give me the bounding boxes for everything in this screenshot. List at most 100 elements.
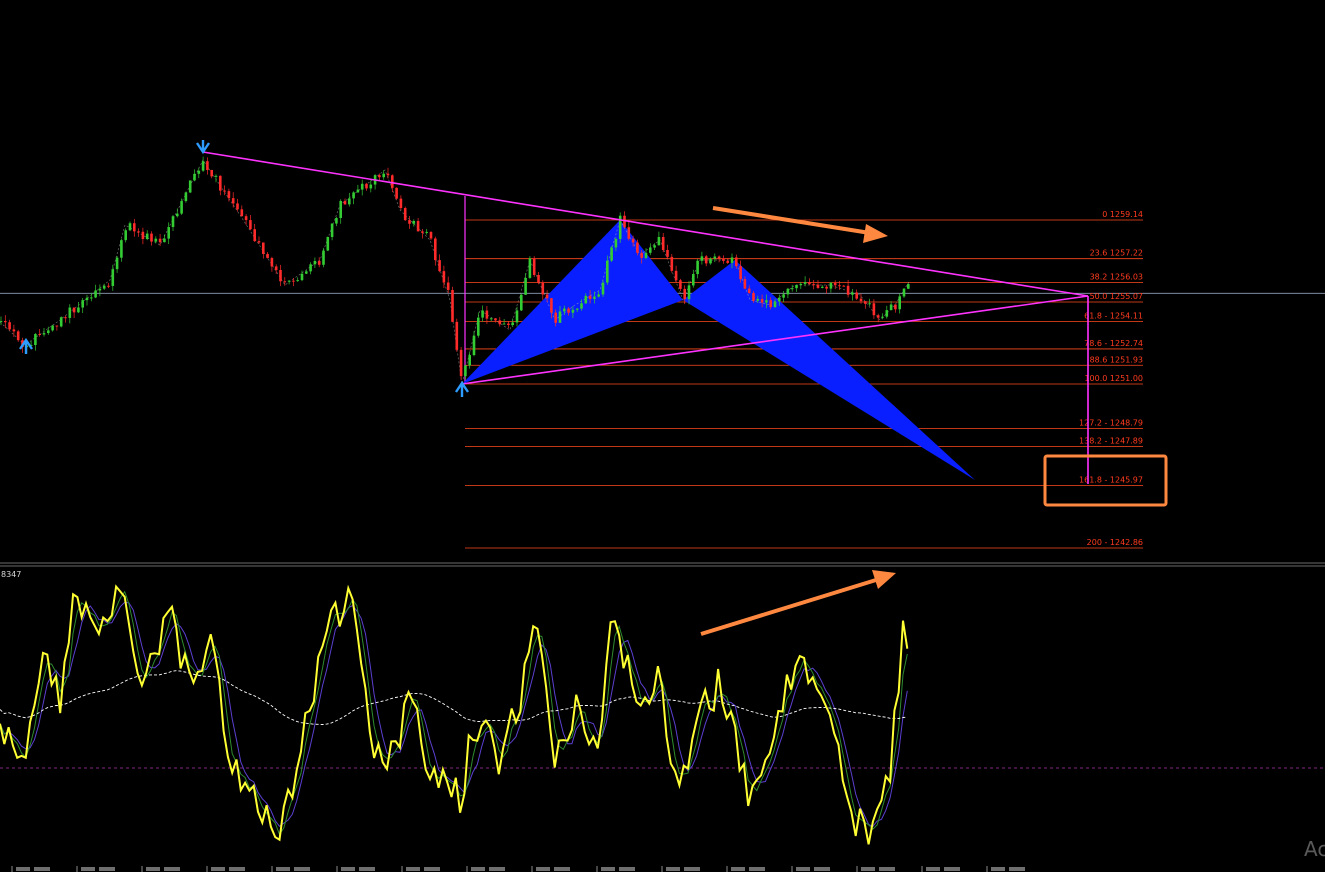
time-label-mark bbox=[796, 867, 810, 871]
candle-body bbox=[219, 175, 222, 191]
candle-body bbox=[760, 298, 764, 303]
annotation-arrowhead bbox=[872, 570, 896, 589]
candle-body bbox=[38, 334, 41, 336]
candle-body bbox=[472, 335, 476, 356]
fib-level-label: 100.0 1251.00 bbox=[1084, 374, 1143, 383]
stoch-main-line bbox=[0, 584, 909, 845]
candle-body bbox=[438, 260, 441, 272]
candle-body bbox=[563, 308, 566, 312]
candle-body bbox=[451, 289, 454, 322]
candle-body bbox=[180, 201, 183, 214]
time-label-mark bbox=[16, 867, 30, 871]
candle-body bbox=[236, 203, 239, 210]
time-label-mark bbox=[1009, 867, 1025, 871]
candle-body bbox=[313, 260, 317, 265]
candle-body bbox=[859, 298, 863, 302]
candle-body bbox=[214, 175, 218, 177]
candle-body bbox=[868, 303, 871, 305]
candle-body bbox=[670, 256, 674, 271]
candle-body bbox=[464, 365, 467, 377]
candle-body bbox=[425, 231, 428, 233]
time-label-mark bbox=[861, 867, 875, 871]
candle-body bbox=[851, 292, 854, 295]
candle-body bbox=[554, 312, 557, 323]
time-label-mark bbox=[991, 867, 1005, 871]
candle-body bbox=[765, 300, 768, 303]
fib-level-label: 50.0 1255.07 bbox=[1090, 292, 1143, 301]
candle-body bbox=[322, 250, 325, 265]
candle-body bbox=[532, 258, 536, 275]
time-label-mark bbox=[684, 867, 700, 871]
fib-level-label: 200 - 1242.86 bbox=[1087, 538, 1143, 547]
candle-body bbox=[588, 295, 592, 299]
candle-body bbox=[274, 266, 278, 270]
candle-body bbox=[4, 321, 7, 323]
candle-body bbox=[231, 198, 235, 204]
price-panel: 0 1259.14 23.6 1257.22 38.2 1256.03 50.0 12… bbox=[0, 140, 1325, 549]
candle-body bbox=[537, 274, 540, 283]
candle-body bbox=[442, 271, 446, 283]
candle-body bbox=[644, 252, 648, 258]
candle-body bbox=[77, 307, 80, 313]
fib-level-label: 78.6 - 1252.74 bbox=[1084, 339, 1143, 348]
time-label-mark bbox=[211, 867, 225, 871]
candle-body bbox=[85, 297, 89, 301]
candle-body bbox=[262, 242, 265, 254]
candle-body bbox=[752, 293, 755, 301]
candle-body bbox=[640, 252, 643, 258]
candle-body bbox=[601, 282, 605, 295]
candle-body bbox=[907, 284, 910, 289]
candle-body bbox=[524, 277, 527, 295]
candle-body bbox=[773, 301, 777, 308]
candle-body bbox=[446, 282, 450, 290]
time-label-mark bbox=[814, 867, 830, 871]
watermark-text: Ac bbox=[1304, 837, 1325, 861]
fib-level-label: 61.8 - 1254.11 bbox=[1084, 311, 1143, 320]
candle-body bbox=[653, 245, 656, 248]
candle-body bbox=[94, 290, 97, 298]
candle-body bbox=[210, 169, 213, 177]
candle-body bbox=[687, 285, 691, 300]
candle-body bbox=[184, 192, 188, 202]
candle-body bbox=[846, 285, 850, 295]
candle-body bbox=[735, 257, 738, 267]
fib-level-label: 88.6 1251.93 bbox=[1090, 355, 1143, 364]
candle-body bbox=[115, 257, 119, 270]
candle-body bbox=[90, 297, 93, 299]
candle-body bbox=[477, 317, 480, 336]
candle-body bbox=[8, 322, 11, 330]
candle-body bbox=[163, 238, 166, 243]
candle-body bbox=[193, 173, 196, 181]
candle-body bbox=[541, 282, 545, 295]
candle-body bbox=[176, 213, 179, 217]
candle-body bbox=[520, 294, 523, 311]
time-label-mark bbox=[359, 867, 375, 871]
time-label-mark bbox=[666, 867, 680, 871]
time-label-mark bbox=[406, 867, 420, 871]
candle-body bbox=[133, 223, 136, 232]
candle-body bbox=[881, 316, 884, 318]
time-label-mark bbox=[944, 867, 960, 871]
candle-body bbox=[141, 231, 145, 240]
candle-body bbox=[128, 223, 132, 231]
candle-body bbox=[876, 315, 880, 318]
time-label-mark bbox=[536, 867, 550, 871]
annotation-arrowhead bbox=[863, 224, 888, 243]
candle-body bbox=[485, 310, 489, 319]
candle-body bbox=[606, 260, 609, 283]
candle-body bbox=[627, 227, 631, 239]
candle-body bbox=[795, 285, 798, 289]
candle-body bbox=[511, 322, 514, 326]
candle-body bbox=[778, 297, 781, 302]
candle-body bbox=[507, 323, 510, 326]
annotation-arrow-shaft bbox=[712, 206, 871, 235]
candle-body bbox=[365, 183, 368, 189]
stoch-ma-line bbox=[0, 670, 908, 725]
candle-body bbox=[98, 288, 102, 291]
candle-body bbox=[580, 303, 583, 309]
candle-body bbox=[649, 247, 652, 253]
candle-body bbox=[468, 355, 471, 366]
candle-body bbox=[696, 260, 699, 275]
time-label-mark bbox=[489, 867, 505, 871]
candle-body bbox=[317, 260, 321, 265]
